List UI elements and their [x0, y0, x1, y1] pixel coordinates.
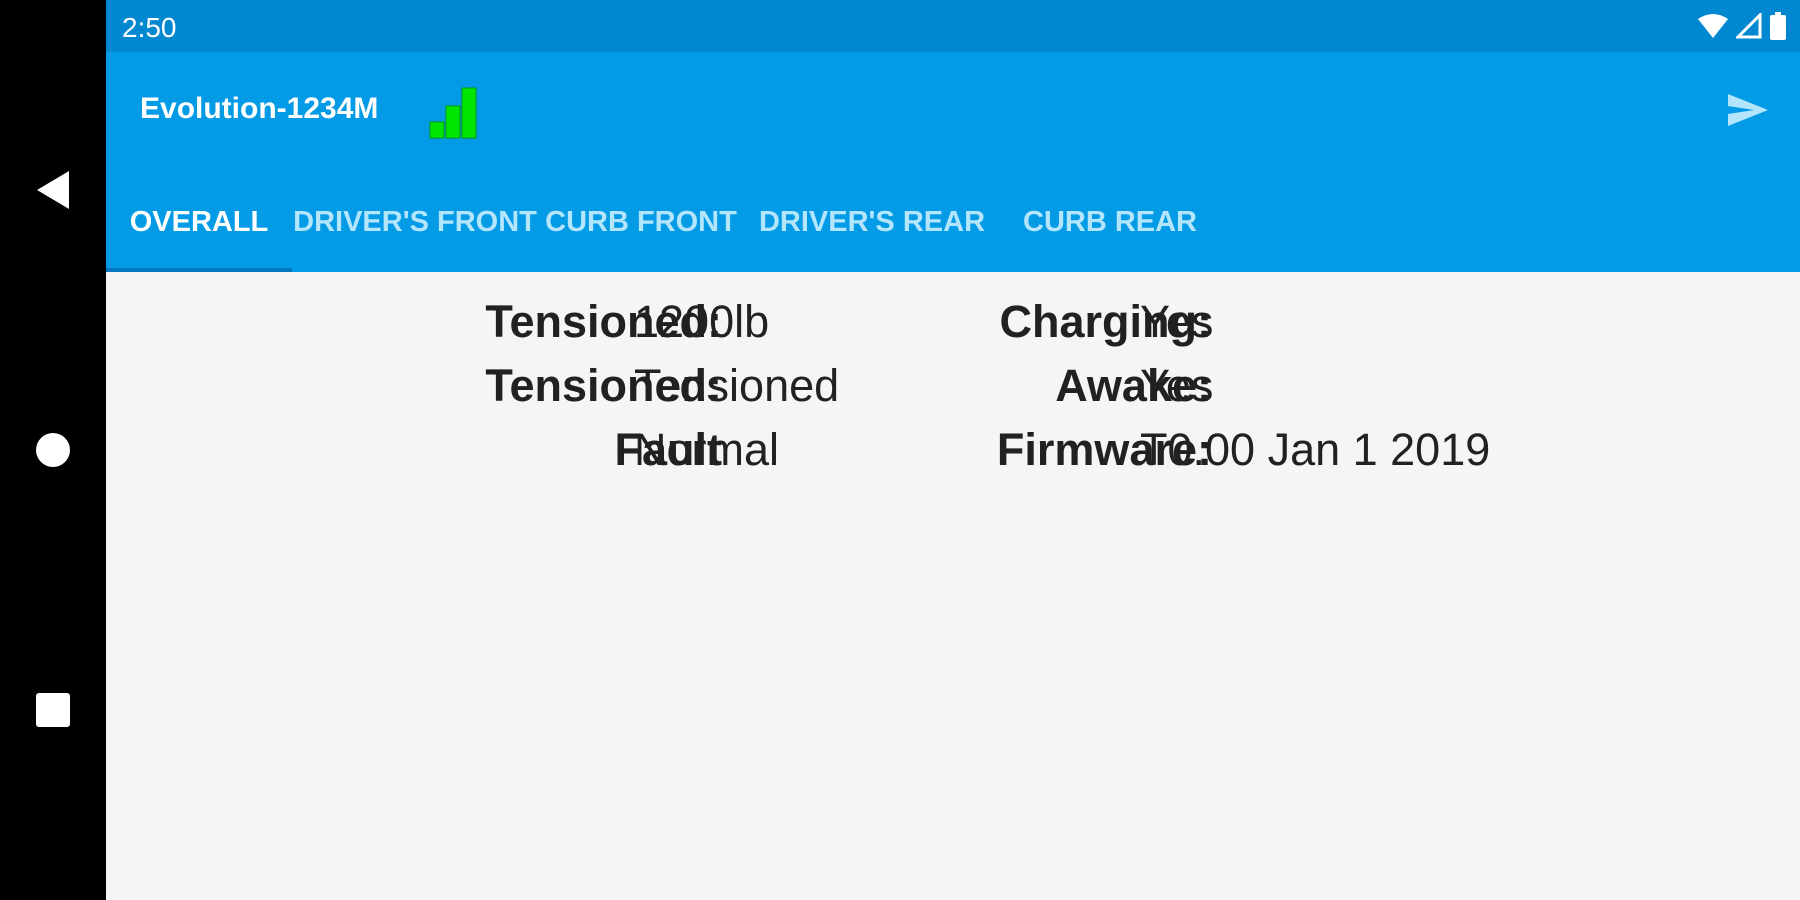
back-button[interactable]: [0, 150, 106, 230]
status-bar: 2:50: [106, 0, 1800, 52]
tab-label: DRIVER'S FRONT: [293, 205, 537, 238]
charging-value: Yes: [1140, 296, 1214, 347]
tab-label: CURB FRONT: [545, 205, 737, 238]
cell-signal-icon: [1736, 13, 1762, 39]
send-icon[interactable]: [1724, 86, 1772, 134]
tab-label: CURB REAR: [1023, 205, 1197, 238]
tension-value: 1200lb: [634, 296, 770, 347]
tab-drivers-front[interactable]: DRIVER'S FRONT: [292, 172, 538, 272]
tab-label: OVERALL: [129, 205, 269, 238]
recents-button[interactable]: [0, 670, 106, 750]
status-icons: [1698, 12, 1786, 40]
tab-curb-rear[interactable]: CURB REAR: [1000, 172, 1220, 272]
recents-icon: [36, 693, 70, 727]
status-row: Fault Normal Firmware: T0.00 Jan 1 2019: [106, 424, 1800, 488]
tensioned-state-value: Tensioned: [634, 360, 840, 411]
firmware-value: T0.00 Jan 1 2019: [1140, 424, 1491, 475]
overall-panel: Tensioned: 1200lb Charging: Yes Tensione…: [106, 272, 1800, 900]
home-icon: [36, 433, 70, 467]
tab-label: DRIVER'S REAR: [758, 205, 986, 238]
status-row: Tensioned: 1200lb Charging: Yes: [106, 296, 1800, 360]
status-row: Tensioned: Tensioned Awake: Yes: [106, 360, 1800, 424]
system-nav-bar: [0, 0, 106, 900]
wifi-icon: [1698, 14, 1728, 38]
app-bar: Evolution-1234M OVERALL DRIVER'S FRONT C…: [106, 52, 1800, 272]
home-button[interactable]: [0, 410, 106, 490]
awake-value: Yes: [1140, 360, 1214, 411]
tab-bar: OVERALL DRIVER'S FRONT CURB FRONT DRIVER…: [106, 172, 1220, 272]
tab-overall[interactable]: OVERALL: [106, 172, 292, 272]
fault-value: Normal: [634, 424, 780, 475]
tab-curb-front[interactable]: CURB FRONT: [538, 172, 744, 272]
battery-icon: [1770, 12, 1786, 40]
app-title: Evolution-1234M: [140, 92, 379, 125]
status-time: 2:50: [122, 12, 177, 43]
tab-drivers-rear[interactable]: DRIVER'S REAR: [744, 172, 1000, 272]
signal-strength-icon: [429, 87, 477, 139]
back-icon: [37, 171, 69, 209]
